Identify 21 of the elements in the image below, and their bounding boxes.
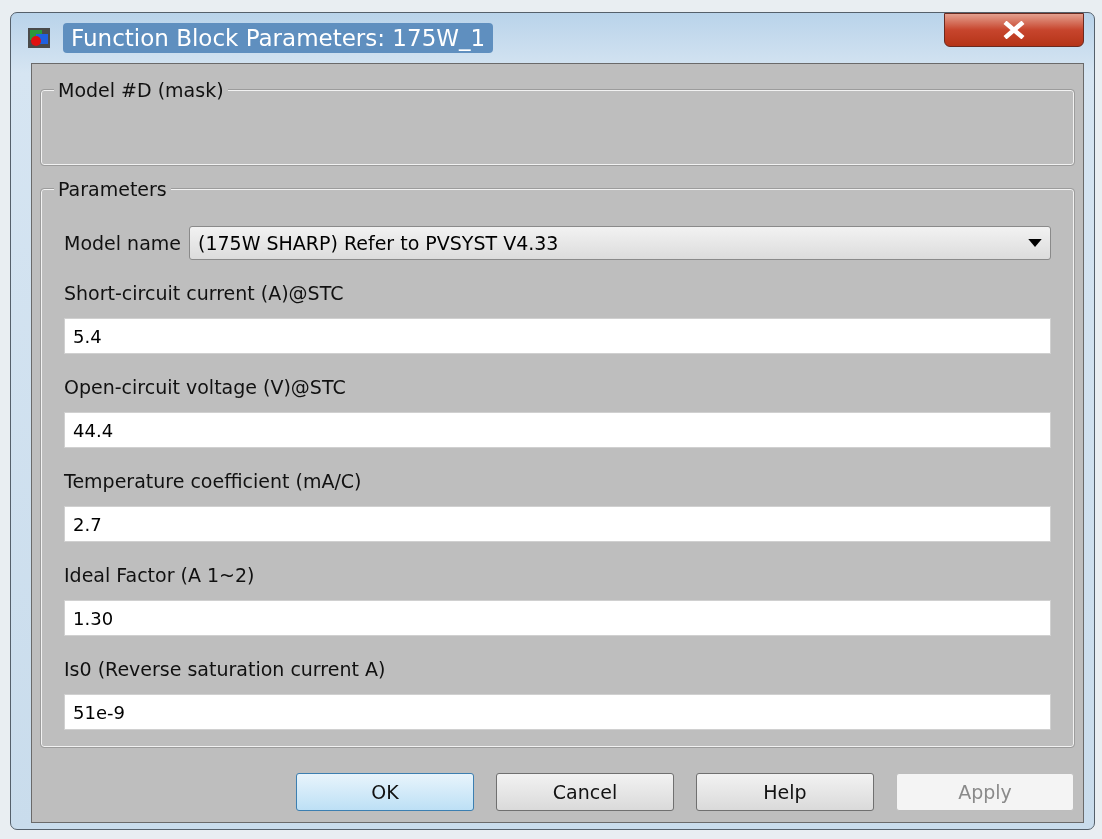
input-field[interactable]: 44.4 — [64, 412, 1051, 448]
block-icon — [27, 26, 51, 50]
field-label: Ideal Factor (A 1~2) — [64, 564, 256, 586]
field-label: Open-circuit voltage (V)@STC — [64, 376, 347, 398]
dialog-button[interactable]: Help — [696, 773, 874, 811]
field-label: Is0 (Reverse saturation current A) — [64, 658, 387, 680]
dialog-button[interactable]: OK — [296, 773, 474, 811]
field-label: Model name — [64, 232, 181, 254]
input-field[interactable]: 51e-9 — [64, 694, 1051, 730]
close-icon — [1001, 21, 1027, 39]
close-button[interactable] — [944, 13, 1084, 47]
window-title: Function Block Parameters: 175W_1 — [63, 23, 494, 53]
field-label: Temperature coefficient (mA/C) — [64, 470, 363, 492]
caret-icon — [1028, 238, 1042, 248]
group-title: Model #D (mask) — [54, 79, 228, 101]
field-label: Short-circuit current (A)@STC — [64, 282, 345, 304]
input-field[interactable]: 1.30 — [64, 600, 1051, 636]
input-field[interactable]: 2.7 — [64, 506, 1051, 542]
model-dropdown[interactable]: (175W SHARP) Refer to PVSYST V4.33 — [188, 226, 1051, 260]
dialog-button[interactable]: Cancel — [496, 773, 674, 811]
input-field[interactable]: 5.4 — [64, 318, 1051, 354]
